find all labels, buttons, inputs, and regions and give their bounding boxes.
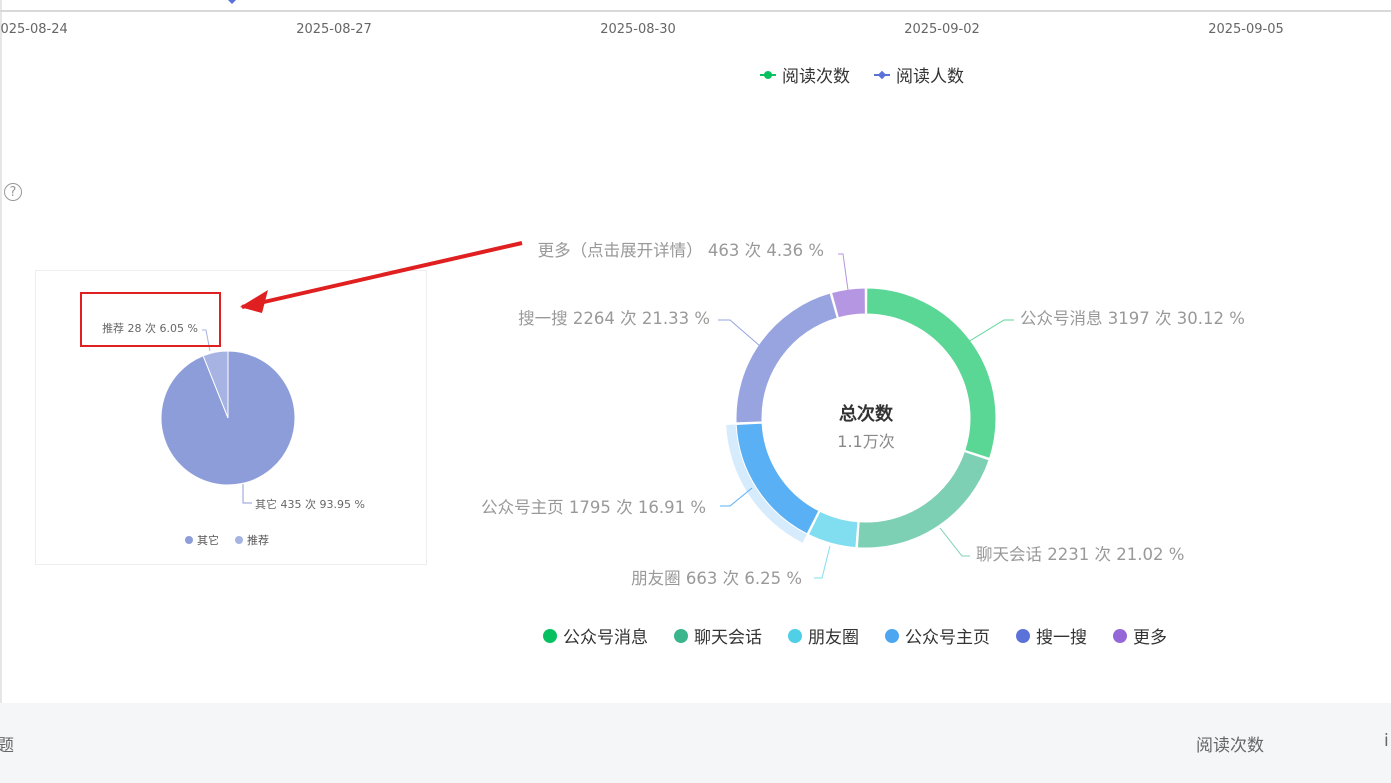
donut-center-value: 1.1万次 (837, 432, 895, 451)
donut-legend-item[interactable]: 搜一搜 (1016, 623, 1087, 648)
donut-data-label: 搜一搜 2264 次 21.33 % (518, 309, 710, 328)
donut-label-line (939, 527, 970, 557)
donut-legend-item[interactable]: 聊天会话 (674, 623, 762, 648)
legend-dot (674, 628, 688, 643)
legend-label: 聊天会话 (694, 628, 762, 648)
legend-dot (885, 628, 899, 643)
table-header-row: 题 阅读次数 i (0, 703, 1391, 783)
donut-data-label: 公众号消息 3197 次 30.12 % (1020, 309, 1245, 328)
donut-legend-item[interactable]: 朋友圈 (788, 623, 859, 648)
donut-legend-item[interactable]: 公众号消息 (543, 623, 648, 648)
donut-slice[interactable] (856, 450, 990, 549)
annotation-arrow-head (240, 290, 268, 313)
legend-dot (543, 628, 557, 643)
legend-dot (1113, 628, 1127, 643)
donut-legend-item[interactable]: 公众号主页 (885, 623, 990, 648)
annotation-highlight-box (80, 292, 221, 347)
donut-data-label: 朋友圈 663 次 6.25 % (631, 569, 802, 588)
donut-label-line (814, 545, 831, 579)
pie-label-line (242, 484, 252, 504)
small-pie-chart: 其它 435 次 93.95 %推荐 28 次 6.05 % (102, 321, 365, 511)
legend-label: 更多 (1133, 628, 1167, 648)
donut-legend: 公众号消息 聊天会话 朋友圈 公众号主页 搜一搜 更多 (543, 623, 1167, 648)
donut-label-line (718, 319, 761, 347)
legend-dot (1016, 628, 1030, 643)
table-header-title: 题 (0, 736, 14, 756)
donut-label-line (838, 253, 849, 291)
donut-slice[interactable] (830, 287, 866, 319)
donut-legend-item[interactable]: 更多 (1113, 623, 1167, 648)
legend-label: 朋友圈 (808, 628, 859, 648)
table-header-read-count[interactable]: 阅读次数 (1196, 731, 1264, 756)
donut-label-line (967, 319, 1014, 343)
donut-data-label: 公众号主页 1795 次 16.91 % (481, 498, 706, 517)
legend-label: 公众号消息 (563, 628, 648, 648)
legend-label: 公众号主页 (905, 628, 990, 648)
pie-charts-canvas: 其它 435 次 93.95 %推荐 28 次 6.05 % 公众号消息 319… (102, 241, 1245, 588)
legend-dot (788, 628, 802, 643)
pie-data-label: 其它 435 次 93.95 % (255, 497, 365, 511)
donut-data-label: 聊天会话 2231 次 21.02 % (976, 545, 1184, 564)
donut-center-title: 总次数 (839, 404, 893, 425)
donut-data-label: 更多（点击展开详情） 463 次 4.36 % (538, 241, 824, 260)
annotation-arrow (241, 241, 523, 309)
table-header-next: i (1384, 731, 1389, 751)
legend-label: 搜一搜 (1036, 628, 1087, 648)
donut-slice[interactable] (735, 292, 838, 424)
